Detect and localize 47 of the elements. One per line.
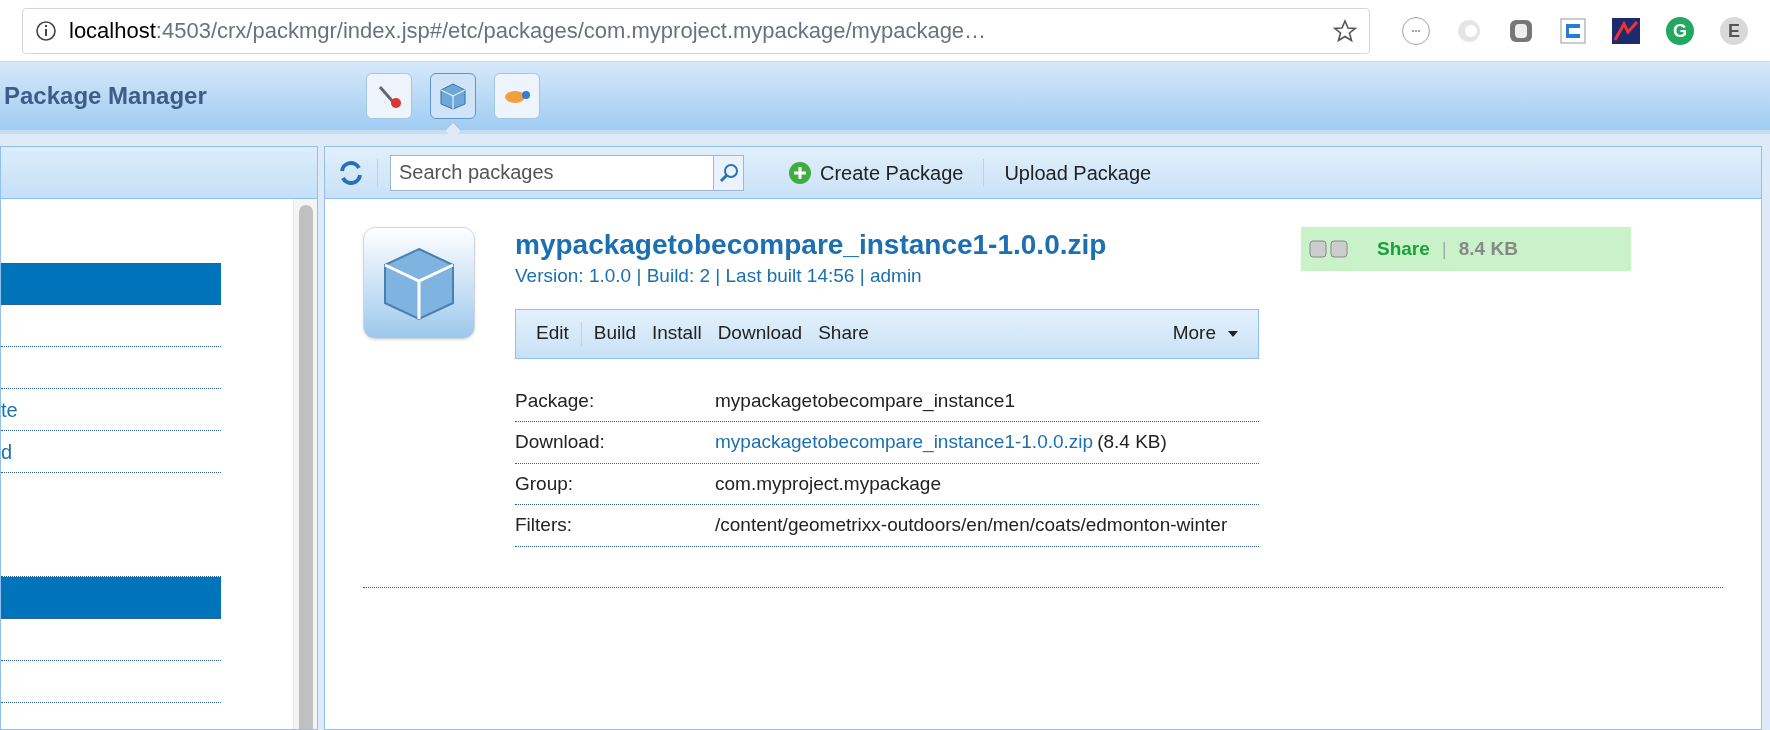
detail-value: com.myproject.mypackage bbox=[715, 471, 941, 496]
app-title: Package Manager bbox=[3, 81, 208, 111]
badge-separator: | bbox=[1441, 236, 1447, 261]
refresh-icon[interactable] bbox=[337, 158, 365, 187]
detail-value: (8.4 KB) bbox=[1097, 430, 1167, 454]
sidebar-item[interactable] bbox=[1, 263, 221, 305]
info-icon bbox=[35, 19, 57, 42]
detail-label: Download: bbox=[515, 430, 606, 454]
plus-circle-icon bbox=[788, 160, 812, 185]
cube-icon bbox=[438, 81, 468, 111]
package-action-button[interactable]: Share bbox=[810, 319, 877, 348]
scrollbar-thumb[interactable] bbox=[298, 205, 313, 729]
detail-label: Package: bbox=[515, 388, 596, 413]
download-link[interactable]: mypackagetobecompare_instance1-1.0.0.zip bbox=[715, 428, 1094, 457]
create-package-button[interactable]: Create Package bbox=[788, 157, 964, 188]
detail-label: Group: bbox=[515, 471, 575, 496]
sidebar-item[interactable] bbox=[1, 577, 221, 619]
chart-icon[interactable] bbox=[1612, 17, 1640, 44]
app-tool-button[interactable] bbox=[494, 73, 540, 119]
star-icon[interactable] bbox=[1333, 18, 1357, 43]
url-text: localhost:4503/crx/packmgr/index.jsp#/etc/packages/com.myproject.mypackage/mypackage… bbox=[69, 17, 988, 45]
package-action-button[interactable]: Build bbox=[585, 319, 644, 348]
share-status: Share bbox=[1377, 236, 1430, 261]
package-action-button[interactable]: Edit bbox=[528, 319, 577, 348]
sidebar-item[interactable]: d bbox=[1, 431, 221, 473]
package-size: 8.4 KB bbox=[1458, 236, 1518, 261]
detail-label: Filters: bbox=[515, 513, 573, 537]
package-action-button[interactable]: Install bbox=[644, 319, 710, 348]
caret-icon bbox=[1228, 330, 1238, 337]
extension-letter-icon[interactable]: E bbox=[1720, 16, 1748, 45]
app-tool-button[interactable] bbox=[366, 73, 412, 119]
search-icon bbox=[718, 162, 739, 183]
upload-package-button[interactable]: Upload Package bbox=[1004, 157, 1152, 188]
detail-value: mypackagetobecompare_instance1 bbox=[715, 388, 1015, 414]
package-meta: Version: 1.0.0 | Build: 2 | Last built 14:56 | admin bbox=[515, 264, 923, 288]
sidebar-item[interactable]: te bbox=[1, 389, 221, 431]
checkbox-pair-icon bbox=[1309, 240, 1349, 258]
search-field[interactable]: Search packages bbox=[390, 154, 714, 191]
app-tool-button[interactable] bbox=[430, 73, 476, 119]
package-title[interactable]: mypackagetobecompare_instance1-1.0.0.zip bbox=[515, 227, 1259, 262]
square-icon[interactable] bbox=[1560, 17, 1586, 44]
address-bar[interactable]: localhost:4503/crx/packmgr/index.jsp#/etc/packages/com.myproject.mypackage/mypackage… bbox=[22, 7, 1370, 54]
detail-value: /content/geometrixx-outdoors/en/men/coats/edmonton-winter bbox=[715, 513, 1228, 537]
package-action-button[interactable]: Download bbox=[709, 319, 811, 348]
more-menu-button[interactable]: More bbox=[1164, 319, 1246, 348]
swirl-icon[interactable] bbox=[1456, 17, 1482, 44]
search-button[interactable] bbox=[714, 154, 744, 191]
